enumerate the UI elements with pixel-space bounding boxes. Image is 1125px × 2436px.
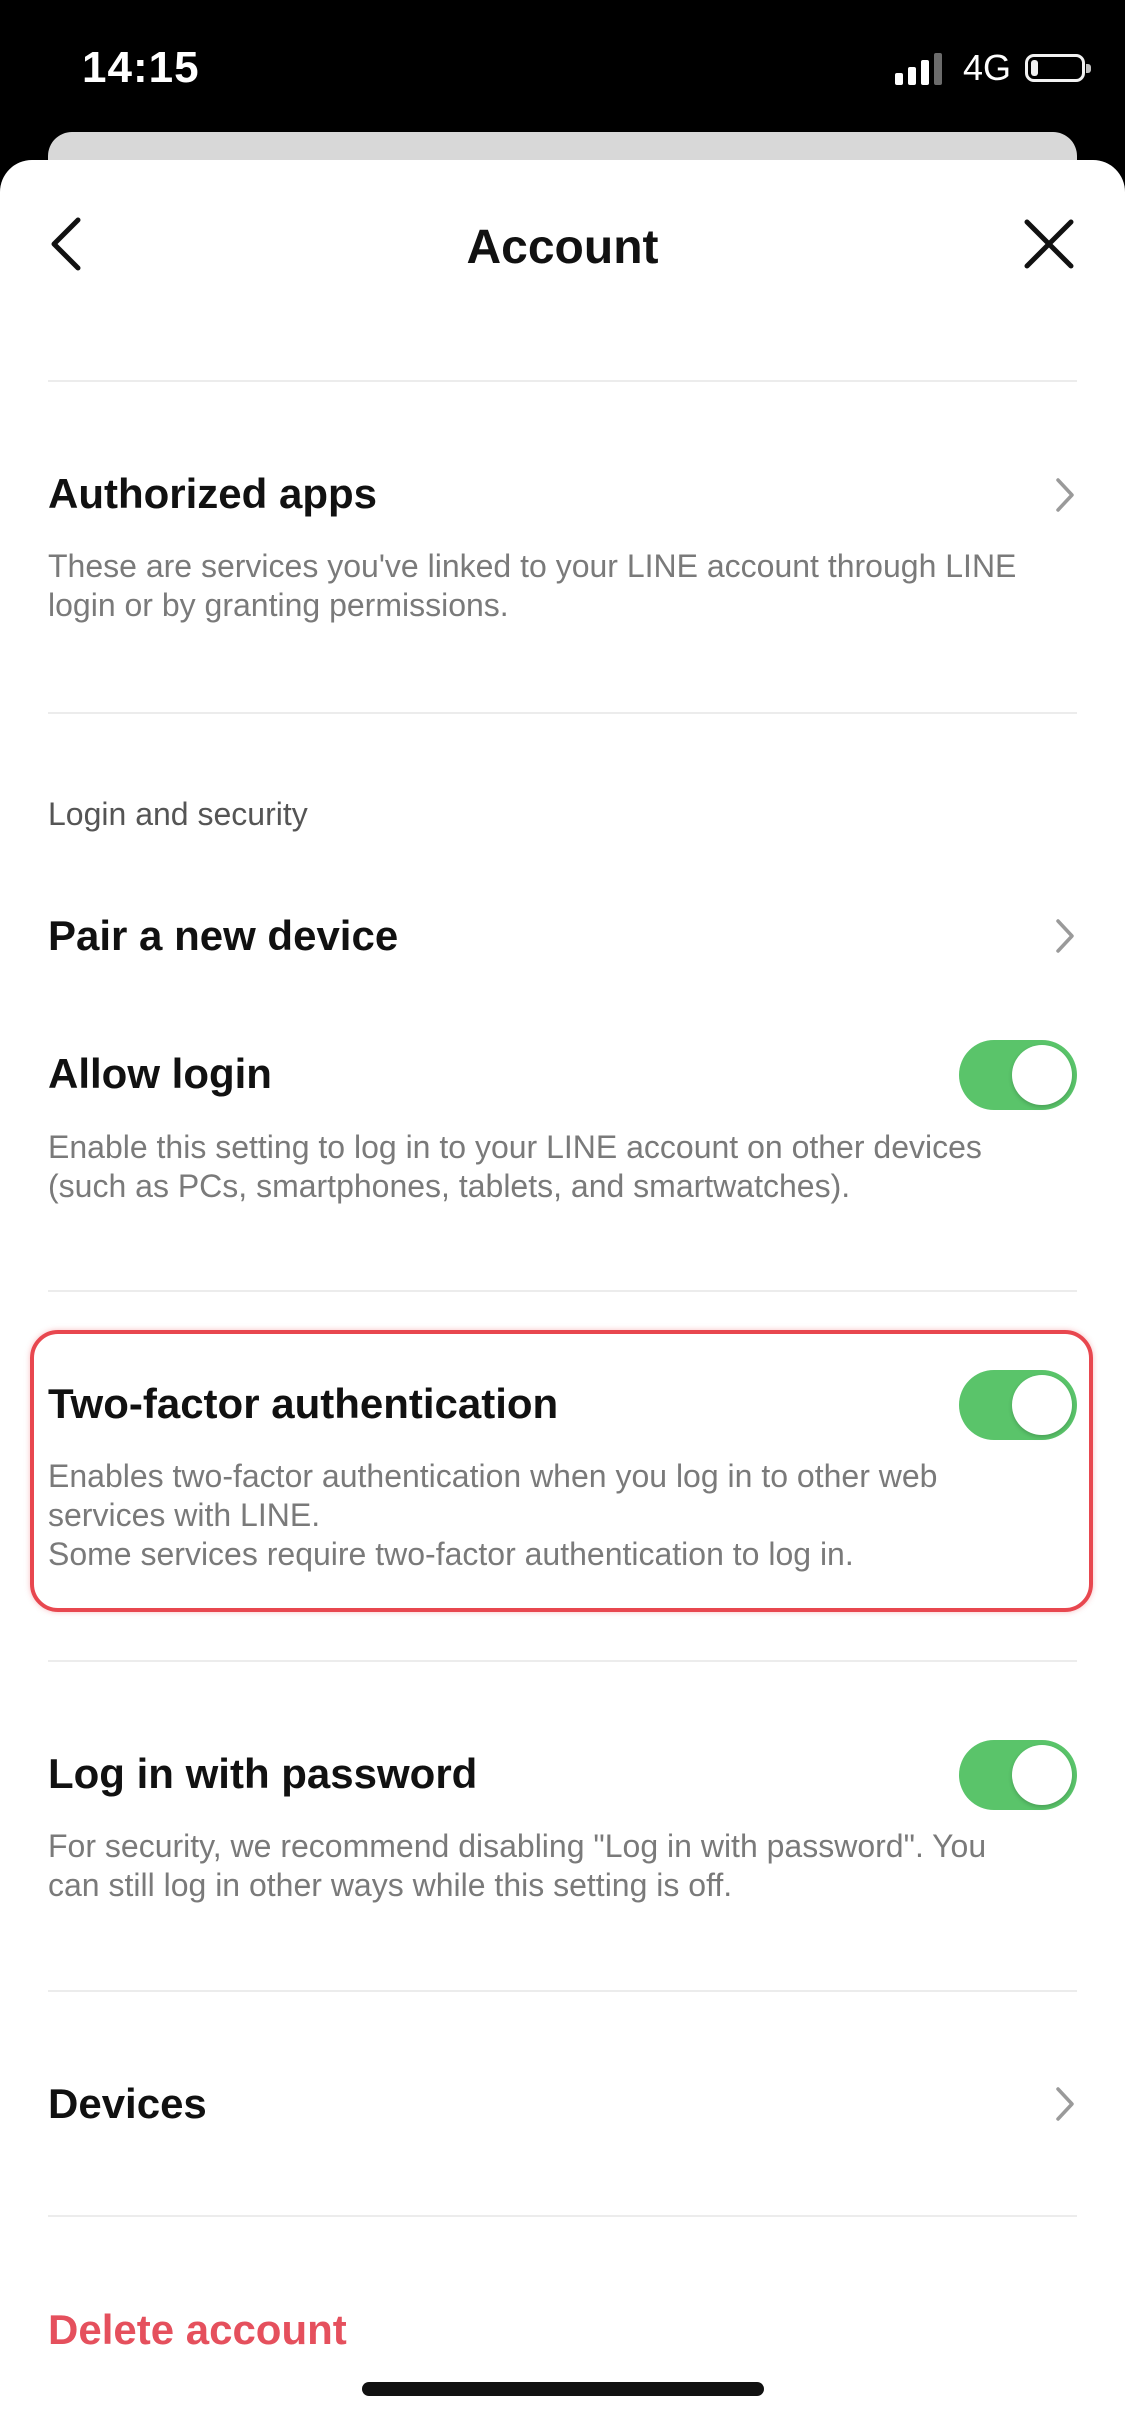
network-type: 4G (962, 47, 1011, 88)
close-icon (1024, 219, 1074, 269)
battery-icon (1025, 54, 1091, 82)
divider (48, 1660, 1077, 1662)
description-line: Some services require two-factor authent… (48, 1536, 854, 1572)
two-factor-description: Enables two-factor authentication when y… (48, 1457, 1078, 1574)
password-login-description: For security, we recommend disabling "Lo… (48, 1827, 1078, 1905)
password-login-title: Log in with password (48, 1750, 478, 1797)
description-line: Enables two-factor authentication when y… (48, 1458, 938, 1494)
description-line: For security, we recommend disabling "Lo… (48, 1828, 987, 1864)
allow-login-toggle[interactable] (959, 1040, 1077, 1110)
divider (48, 1290, 1077, 1292)
password-login-toggle[interactable] (959, 1740, 1077, 1810)
devices-title: Devices (48, 2080, 207, 2127)
description-line: These are services you've linked to your… (48, 548, 1017, 584)
battery-level (1031, 60, 1038, 76)
chevron-right-icon (1056, 478, 1074, 512)
divider (48, 712, 1077, 714)
nav-bar: Account (0, 160, 1125, 330)
battery-cap (1086, 64, 1091, 73)
section-header-login-security: Login and security (48, 796, 308, 832)
chevron-right-icon (1056, 919, 1074, 953)
close-button[interactable] (1021, 216, 1077, 272)
toggle-knob (1012, 1745, 1072, 1805)
chevron-right-icon (1056, 2087, 1074, 2121)
description-line: can still log in other ways while this s… (48, 1867, 733, 1903)
status-indicators: 4G (894, 46, 1091, 90)
divider (48, 380, 1077, 382)
description-line: Enable this setting to log in to your LI… (48, 1129, 982, 1165)
allow-login-title: Allow login (48, 1050, 272, 1097)
account-settings-sheet: Account Authorized apps These are servic… (0, 160, 1125, 2436)
divider (48, 1990, 1077, 1992)
divider (48, 2215, 1077, 2217)
toggle-knob (1012, 1375, 1072, 1435)
status-bar: 14:15 4G (0, 0, 1125, 140)
phone-screen: 14:15 4G Account Authorized apps These a… (0, 0, 1125, 2436)
two-factor-title: Two-factor authentication (48, 1380, 559, 1427)
description-line: (such as PCs, smartphones, tablets, and … (48, 1168, 851, 1204)
pair-new-device-title: Pair a new device (48, 912, 399, 959)
authorized-apps-description: These are services you've linked to your… (48, 547, 1078, 625)
home-indicator (362, 2382, 764, 2396)
cellular-signal-icon (894, 51, 947, 85)
allow-login-description: Enable this setting to log in to your LI… (48, 1128, 1078, 1206)
description-line: login or by granting permissions. (48, 587, 509, 623)
page-title: Account (466, 221, 659, 274)
status-time: 14:15 (82, 43, 200, 92)
description-line: services with LINE. (48, 1497, 321, 1533)
authorized-apps-title: Authorized apps (48, 470, 378, 517)
two-factor-toggle[interactable] (959, 1370, 1077, 1440)
toggle-knob (1012, 1045, 1072, 1105)
delete-account-button[interactable]: Delete account (48, 2302, 347, 2358)
